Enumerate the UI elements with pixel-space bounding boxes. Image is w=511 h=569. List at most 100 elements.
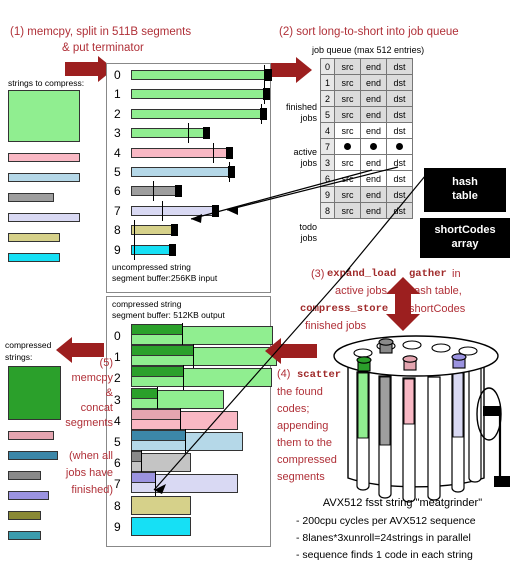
segment-position-tick <box>229 162 231 182</box>
jq-group-todo-2: jobs <box>300 233 317 243</box>
job-queue-row-index: 2 <box>320 90 335 107</box>
hash-table-line1: hash <box>452 176 478 189</box>
job-queue-cell: src <box>334 154 361 171</box>
compressed-written-portion <box>131 366 184 378</box>
segment-position-tick <box>213 142 215 163</box>
step5-note-line: (when all <box>68 450 113 462</box>
job-queue-pointer-dot <box>396 142 403 150</box>
job-queue: 0 src end dst 1 src end dst 2 src end dst 5 src end dst… <box>320 58 413 219</box>
grinder-bullets: - 200cpu cycles per AVX512 sequence - 8la… <box>296 513 508 564</box>
compressed-written-portion <box>131 345 194 357</box>
step5-text: memcpy & concat segments <box>45 371 113 431</box>
job-queue-row[interactable]: 6 src end dst <box>320 170 413 187</box>
job-queue-row[interactable]: 3 src end dst <box>320 154 413 171</box>
compressed-segment-bar <box>131 495 191 515</box>
step3-in: in <box>452 268 461 280</box>
hash-table-box: hash table <box>424 168 506 212</box>
step4-scatter: scatter <box>297 369 342 381</box>
compressed-write-pointer-tick <box>185 429 187 454</box>
segment-position-tick <box>153 181 155 202</box>
job-queue-pointer-dot <box>344 142 351 150</box>
job-queue-cell <box>334 138 361 155</box>
input-string-swatch <box>8 233 60 242</box>
input-string-swatch <box>8 153 80 162</box>
uncompressed-segment-bar <box>131 70 270 80</box>
arrow-step4 <box>265 337 317 365</box>
input-string-swatch <box>8 173 80 182</box>
compressed-written-portion <box>131 472 156 484</box>
job-queue-row[interactable]: 5 src end dst <box>320 106 413 123</box>
short-codes-line2: array <box>451 238 479 250</box>
compressed-row-index: 6 <box>114 456 121 471</box>
job-queue-row[interactable]: 7 <box>320 138 413 155</box>
job-queue-table[interactable]: 0 src end dst 1 src end dst 2 src end dst 5 src end dst… <box>320 58 413 219</box>
segment-terminator <box>203 127 210 140</box>
job-queue-row-index: 7 <box>320 138 335 155</box>
job-queue-row-index: 5 <box>320 106 335 123</box>
job-queue-row-index: 6 <box>320 170 335 187</box>
segment-position-tick <box>264 65 266 85</box>
job-queue-cell: src <box>334 186 361 203</box>
compressed-row-index: 4 <box>114 413 121 428</box>
segment-position-tick <box>134 239 136 260</box>
uncompressed-row-index: 2 <box>114 106 121 121</box>
uncompressed-rows: 0 1 2 3 4 5 6 7 8 9 <box>106 63 272 260</box>
jq-group-active-2: jobs <box>300 158 317 168</box>
uncompressed-segment-bar <box>131 128 208 139</box>
compressed-row-index: 7 <box>114 477 121 492</box>
input-string-swatch <box>8 90 80 142</box>
job-queue-cell <box>360 138 387 155</box>
compressed-write-pointer-tick <box>193 344 195 370</box>
compressed-written-portion <box>131 408 181 420</box>
segment-position-tick <box>188 123 190 144</box>
step5-note: (when all jobs have finished) <box>40 448 113 499</box>
job-queue-row[interactable]: 8 src end dst <box>320 202 413 219</box>
compressed-strings-title-2: strings: <box>5 352 33 362</box>
step4-line: appending <box>277 420 329 432</box>
step5-line: & <box>105 387 113 399</box>
compressed-row-index: 1 <box>114 350 121 365</box>
job-queue-row[interactable]: 0 src end dst <box>320 58 413 75</box>
job-queue-row[interactable]: 1 src end dst <box>320 74 413 91</box>
segment-terminator <box>175 185 182 198</box>
compressed-caption-1: compressed string <box>112 299 182 309</box>
input-string-swatch <box>8 193 54 202</box>
step5-line: concat <box>80 402 113 414</box>
job-queue-cell: dst <box>386 154 413 171</box>
uncompressed-segment-bar <box>131 89 268 100</box>
segment-terminator <box>212 204 219 217</box>
compressed-string-swatch <box>8 511 41 520</box>
job-queue-row-index: 4 <box>320 122 335 139</box>
uncompressed-segment-bar <box>131 244 174 255</box>
uncompressed-segment-bar <box>131 108 265 119</box>
grinder-bullet: - sequence finds 1 code in each string <box>296 549 473 561</box>
step5-note-line: jobs have <box>65 467 113 479</box>
short-codes-box: shortCodes array <box>420 218 510 258</box>
uncompressed-row-index: 1 <box>114 87 121 102</box>
job-queue-row[interactable]: 9 src end dst <box>320 186 413 203</box>
compressed-row-index: 5 <box>114 435 121 449</box>
job-queue-title: job queue (max 512 entries) <box>312 45 425 55</box>
step2-label: (2) sort long-to-short into job queue <box>279 26 459 38</box>
step4-text: the found codes; appending them to the compr… <box>277 384 357 486</box>
input-string-swatch <box>8 213 80 222</box>
jq-group-finished-2: jobs <box>300 113 317 123</box>
step3-active-jobs: active jobs <box>335 285 387 297</box>
compressed-write-pointer-tick <box>155 471 157 497</box>
uncompressed-row-index: 5 <box>114 165 121 179</box>
uncompressed-row-index: 8 <box>114 223 121 238</box>
step5-line: memcpy <box>71 372 113 384</box>
segment-position-tick <box>134 220 136 241</box>
job-queue-row[interactable]: 4 src end dst <box>320 122 413 139</box>
uncompressed-row-index: 0 <box>114 68 121 82</box>
uncompressed-segment-bar <box>131 147 231 158</box>
uncompressed-segment-bar <box>131 205 217 216</box>
compressed-write-pointer-tick <box>183 365 185 391</box>
step5-line: segments <box>65 417 113 429</box>
step4-line: the found <box>277 386 323 398</box>
job-queue-cell: src <box>334 90 361 107</box>
job-queue-row[interactable]: 2 src end dst <box>320 90 413 107</box>
input-strings-title: strings to compress: <box>8 78 85 88</box>
segment-position-tick <box>264 84 266 105</box>
step4-line: segments <box>277 471 325 483</box>
